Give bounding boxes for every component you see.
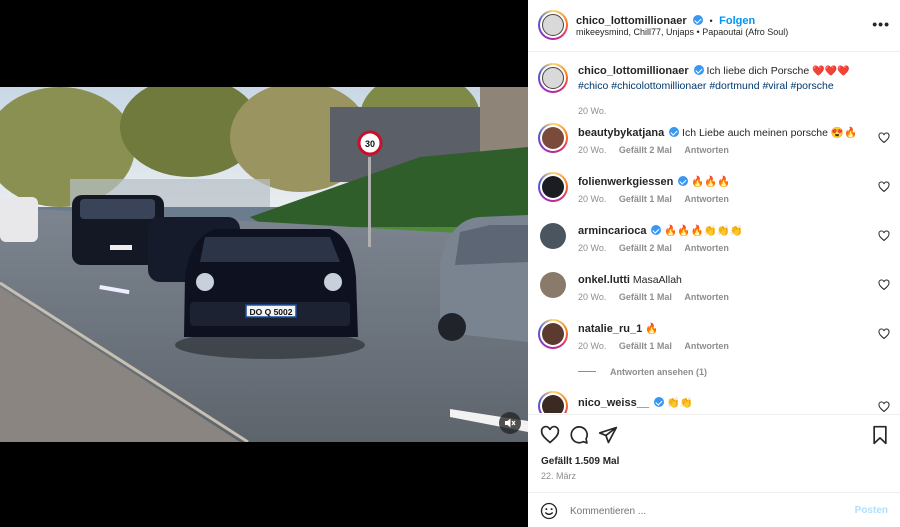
author-avatar[interactable] [542,14,564,36]
hashtag-link[interactable]: #porsche [790,80,833,92]
more-options-button[interactable]: ••• [872,16,890,32]
story-ring[interactable] [538,63,568,93]
comment-likes-link[interactable]: Gefällt 1 Mal [619,194,672,204]
comment-text: 👏👏 [666,397,693,409]
caption-emoji: ❤️❤️❤️ [812,66,850,77]
post-sidebar: chico_lottomillionaer • Folgen mikeeysmi… [528,0,900,527]
comment-age: 20 Wo. [578,243,607,253]
reply-button[interactable]: Antworten [684,194,729,204]
license-plate: DO Q 5002 [250,307,293,317]
commenter-avatar[interactable] [542,395,564,413]
author-username[interactable]: chico_lottomillionaer [576,15,687,27]
comment-like-heart-icon[interactable] [878,279,890,291]
bookmark-icon[interactable] [870,425,890,445]
post-header: chico_lottomillionaer • Folgen mikeeysmi… [528,0,900,52]
commenter-avatar[interactable] [540,223,566,249]
post-comment-button[interactable]: Posten [855,505,888,516]
reply-button[interactable]: Antworten [684,145,729,155]
follow-button[interactable]: Folgen [719,15,755,27]
comment-age: 20 Wo. [578,194,607,204]
verified-badge-icon [678,176,689,186]
caption-username[interactable]: chico_lottomillionaer [578,65,689,77]
commenter-username[interactable]: natalie_ru_1 [578,323,642,335]
verified-badge-icon [651,225,662,235]
hashtag-link[interactable]: #chico [578,80,608,92]
hashtag-link[interactable]: #dortmund [709,80,759,92]
comment-text: 🔥🔥🔥 [691,176,731,188]
comment-likes-link[interactable]: Gefällt 1 Mal [619,341,672,351]
comments-list[interactable]: chico_lottomillionaer Ich liebe dich Por… [528,53,900,413]
comment-text: 🔥 [645,323,659,335]
view-replies-button[interactable]: Antworten ansehen (1) [578,367,707,377]
comment-age: 20 Wo. [578,145,607,155]
commenter-avatar[interactable] [540,272,566,298]
post-photo[interactable]: DO Q 5002 30 [0,87,528,442]
comment-likes-link[interactable]: Gefällt 2 Mal [619,145,672,155]
dot-separator: • [709,16,713,26]
reply-button[interactable]: Antworten [684,341,729,351]
comment-age: 20 Wo. [578,292,607,302]
post-media: DO Q 5002 30 [0,0,528,527]
caption-text: Ich liebe dich Porsche [706,65,810,77]
caption-avatar[interactable] [542,67,564,89]
verified-badge-icon [653,397,664,407]
comment-composer: Posten [528,492,900,527]
comment-age: 20 Wo. [578,341,607,351]
audio-info[interactable]: mikeeysmind, Chill77, Unjaps • Papaoutai… [576,27,788,37]
story-ring[interactable] [538,319,568,349]
heart-icon[interactable] [540,425,560,445]
likes-count[interactable]: Gefällt 1.509 Mal [541,456,619,467]
caption-age: 20 Wo. [578,106,607,116]
porsche-street-photo: DO Q 5002 30 [0,87,528,442]
speaker-muted-icon [505,418,516,428]
commenter-username[interactable]: nico_weiss__ [578,397,649,409]
post-date: 22. März [541,471,577,481]
commenter-avatar[interactable] [542,176,564,198]
comment-like-heart-icon[interactable] [878,230,890,242]
verified-badge-icon [693,15,704,25]
comment-text: 🔥🔥🔥👏👏👏 [664,225,743,237]
comment-like-heart-icon[interactable] [878,132,890,144]
mute-button[interactable] [499,412,521,434]
comment-text: Ich Liebe auch meinen porsche 😍🔥 [682,127,858,139]
commenter-avatar[interactable] [542,323,564,345]
comment-like-heart-icon[interactable] [878,181,890,193]
svg-text:30: 30 [365,139,375,149]
verified-badge-icon [669,127,680,137]
story-ring[interactable] [538,391,568,413]
hashtag-link[interactable]: #chicolottomillionaer [611,80,706,92]
commenter-username[interactable]: folienwerkgiessen [578,176,673,188]
comment-icon[interactable] [569,425,589,445]
reply-button[interactable]: Antworten [684,292,729,302]
comment-likes-link[interactable]: Gefällt 2 Mal [619,243,672,253]
smiley-icon[interactable] [540,502,558,520]
commenter-avatar[interactable] [542,127,564,149]
verified-badge-icon [693,65,704,75]
reply-button[interactable]: Antworten [684,243,729,253]
commenter-username[interactable]: onkel.lutti [578,274,630,286]
action-bar [528,414,900,454]
comment-like-heart-icon[interactable] [878,401,890,413]
comment-text: MasaAllah [632,274,682,286]
comment-like-heart-icon[interactable] [878,328,890,340]
story-ring[interactable] [538,172,568,202]
story-ring[interactable] [538,123,568,153]
comment-input[interactable] [570,501,840,521]
hashtag-link[interactable]: #viral [762,80,787,92]
comment-likes-link[interactable]: Gefällt 1 Mal [619,292,672,302]
share-icon[interactable] [598,425,618,445]
story-ring[interactable] [538,10,568,40]
commenter-username[interactable]: beautybykatjana [578,127,664,139]
commenter-username[interactable]: armincarioca [578,225,646,237]
